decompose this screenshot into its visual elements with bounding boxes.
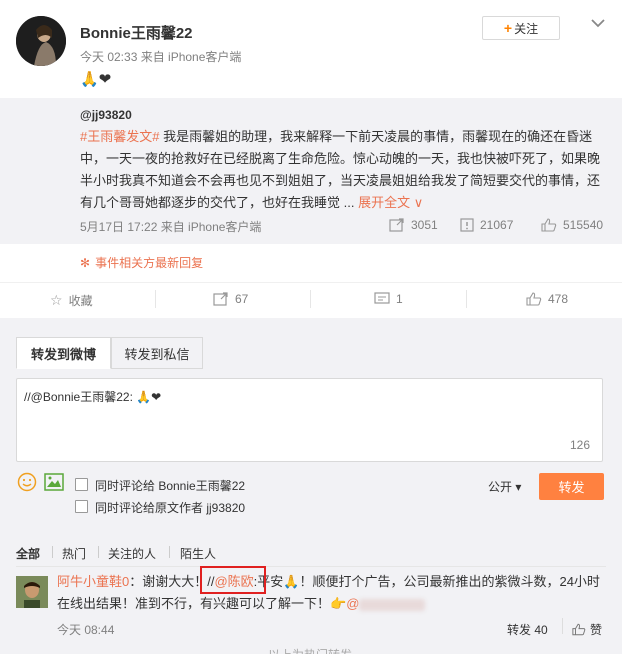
plus-icon: + [503,20,513,36]
post-meta: 今天 02:33 来自 iPhone客户端 [80,50,242,64]
comment-button[interactable]: 1 [374,292,403,306]
avatar[interactable] [16,16,66,66]
divider [310,290,311,308]
favorite-label: 收藏 [68,294,93,308]
comment-count: 21067 [480,218,514,232]
emoji-icon[interactable] [17,472,37,492]
star-icon: ☆ [50,292,63,308]
filter-hot[interactable]: 热门 [62,545,86,562]
tab-forward-private[interactable]: 转发到私信 [111,337,203,369]
original-repost-count[interactable]: 3051 [389,218,438,232]
comment-like-button[interactable]: 赞 [572,621,602,638]
related-replies-link[interactable]: ✻ 事件相关方最新回复 [80,254,203,271]
divider [98,546,99,558]
forward-input-value: //@Bonnie王雨馨22: 🙏❤ [24,390,162,404]
original-like-count[interactable]: 515540 [541,218,603,232]
repost-count: 3051 [411,218,438,232]
divider [466,290,467,308]
repost-button[interactable]: 67 [213,292,248,306]
blurred-handle [359,598,426,611]
comment-action-count: 1 [396,292,403,306]
tab-forward-weibo[interactable]: 转发到微博 [16,337,111,369]
divider [169,546,170,558]
comment-to-original-label: 同时评论给原文作者 jj93820 [95,501,246,515]
thumb-up-icon [572,623,586,636]
repost-icon [389,218,404,232]
hot-reposts-footer: 以上为热门转发 [268,646,352,654]
follow-button[interactable]: + 关注 [482,16,560,40]
flower-icon: ✻ [80,255,91,270]
comment-icon [460,218,474,232]
forward-submit-button[interactable]: 转发 [539,473,604,500]
filter-following[interactable]: 关注的人 [108,545,156,562]
char-count: 126 [570,438,591,452]
like-button[interactable]: 478 [526,292,568,306]
comment-repost-button[interactable]: 转发 40 [507,621,548,638]
original-comment-count[interactable]: 21067 [460,218,513,232]
post-text: 🙏❤ [80,71,112,88]
comment-icon [374,292,390,304]
comment-like-label: 赞 [590,623,603,637]
filter-strangers[interactable]: 陌生人 [180,545,216,562]
topic-link[interactable]: #王雨馨发文# [80,129,159,144]
comment-to-original-checkbox[interactable] [75,500,88,513]
like-action-count: 478 [548,292,569,306]
repost-icon [213,292,228,306]
commenter-avatar[interactable] [16,576,48,608]
comment-time: 今天 08:44 [57,623,115,637]
thumb-up-icon [541,218,557,232]
chevron-down-icon[interactable] [589,14,607,32]
original-text: #王雨馨发文# 我是雨馨姐的助理，我来解释一下前天凌晨的事情，雨馨现在的确还在昏… [80,126,606,214]
image-icon[interactable] [44,473,64,491]
original-meta: 5月17日 17:22 来自 iPhone客户端 [80,220,262,234]
expand-link[interactable]: 展开全文 ∨ [358,195,423,210]
original-author[interactable]: @jj93820 [80,108,132,122]
divider [155,290,156,308]
comment-to-author-checkbox[interactable] [75,478,88,491]
favorite-button[interactable]: ☆ 收藏 [50,292,93,309]
thumb-up-icon [526,292,542,306]
username[interactable]: Bonnie王雨馨22 [80,22,193,43]
visibility-dropdown[interactable]: 公开 ▾ [488,478,521,495]
divider [562,618,563,634]
comment-to-author-label: 同时评论给 Bonnie王雨馨22 [95,479,246,493]
mention-link-2[interactable]: @ [346,596,359,611]
repost-action-count: 67 [235,292,249,306]
follow-label: 关注 [514,21,539,36]
filter-divider [16,566,606,567]
comment-body: 阿牛小童鞋0：谢谢大大！//@陈欧:平安🙏！顺便打个广告，公司最新推出的紫微斗数… [57,571,607,615]
commenter-name[interactable]: 阿牛小童鞋0 [57,574,129,589]
filter-all[interactable]: 全部 [16,545,40,562]
related-label: 事件相关方最新回复 [95,256,204,270]
highlight-box [200,566,266,594]
avatar-image [16,16,66,66]
like-count: 515540 [563,218,604,232]
divider [52,546,53,558]
